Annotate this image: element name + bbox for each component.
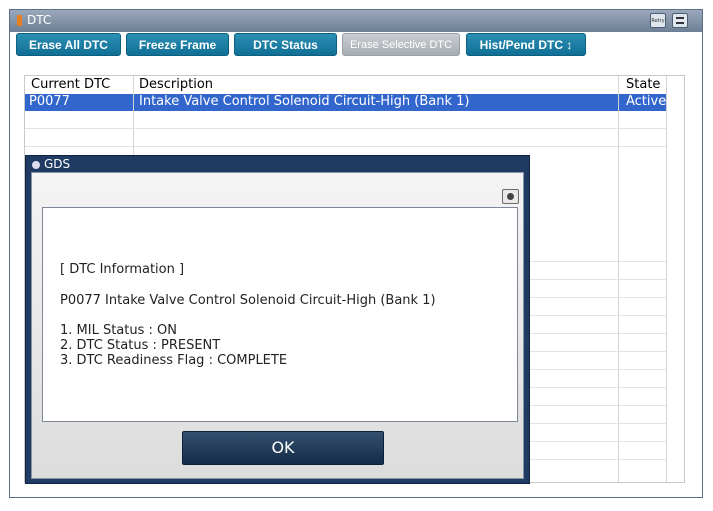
- freeze-frame-button[interactable]: Freeze Frame: [126, 33, 229, 56]
- hist-pend-dtc-button[interactable]: Hist/Pend DTC ↕: [466, 33, 586, 56]
- menu-icon[interactable]: [672, 13, 688, 28]
- col-description: Description: [139, 77, 214, 92]
- retry-button[interactable]: Retry: [650, 13, 666, 28]
- col-state: State: [626, 77, 661, 92]
- row-divider: [25, 128, 666, 129]
- row-description: Intake Valve Control Solenoid Circuit-Hi…: [139, 94, 470, 109]
- info-item: 1. MIL Status : ON: [60, 323, 177, 338]
- erase-selective-dtc-button[interactable]: Erase Selective DTC: [342, 33, 460, 56]
- col-current-dtc: Current DTC: [31, 77, 111, 92]
- dialog-title-text: GDS: [44, 157, 71, 171]
- camera-icon[interactable]: [502, 189, 519, 204]
- col-divider: [666, 76, 667, 482]
- dialog-body: [ DTC Information ] P0077 Intake Valve C…: [31, 172, 524, 479]
- row-code: P0077: [29, 94, 70, 109]
- info-heading: [ DTC Information ]: [60, 262, 185, 277]
- dtc-icon: [17, 15, 22, 26]
- dialog-title: GDS: [32, 157, 70, 171]
- table-header: Current DTC Description State: [25, 76, 684, 94]
- info-code-line: P0077 Intake Valve Control Solenoid Circ…: [60, 293, 436, 308]
- ok-button[interactable]: OK: [182, 431, 384, 465]
- title-bar: DTC Retry: [10, 10, 702, 32]
- dtc-info-panel: [ DTC Information ] P0077 Intake Valve C…: [42, 207, 518, 422]
- table-row[interactable]: P0077 Intake Valve Control Solenoid Circ…: [25, 94, 666, 111]
- info-item: 2. DTC Status : PRESENT: [60, 338, 221, 353]
- info-item: 3. DTC Readiness Flag : COMPLETE: [60, 353, 288, 368]
- row-state: Active: [626, 94, 667, 109]
- gds-dialog: GDS [ DTC Information ] P0077 Intake Val…: [25, 155, 530, 484]
- window-title: DTC: [27, 13, 52, 27]
- erase-all-dtc-button[interactable]: Erase All DTC: [16, 33, 121, 56]
- dialog-icon: [32, 160, 40, 169]
- row-divider: [25, 146, 666, 147]
- dtc-status-button[interactable]: DTC Status: [234, 33, 337, 56]
